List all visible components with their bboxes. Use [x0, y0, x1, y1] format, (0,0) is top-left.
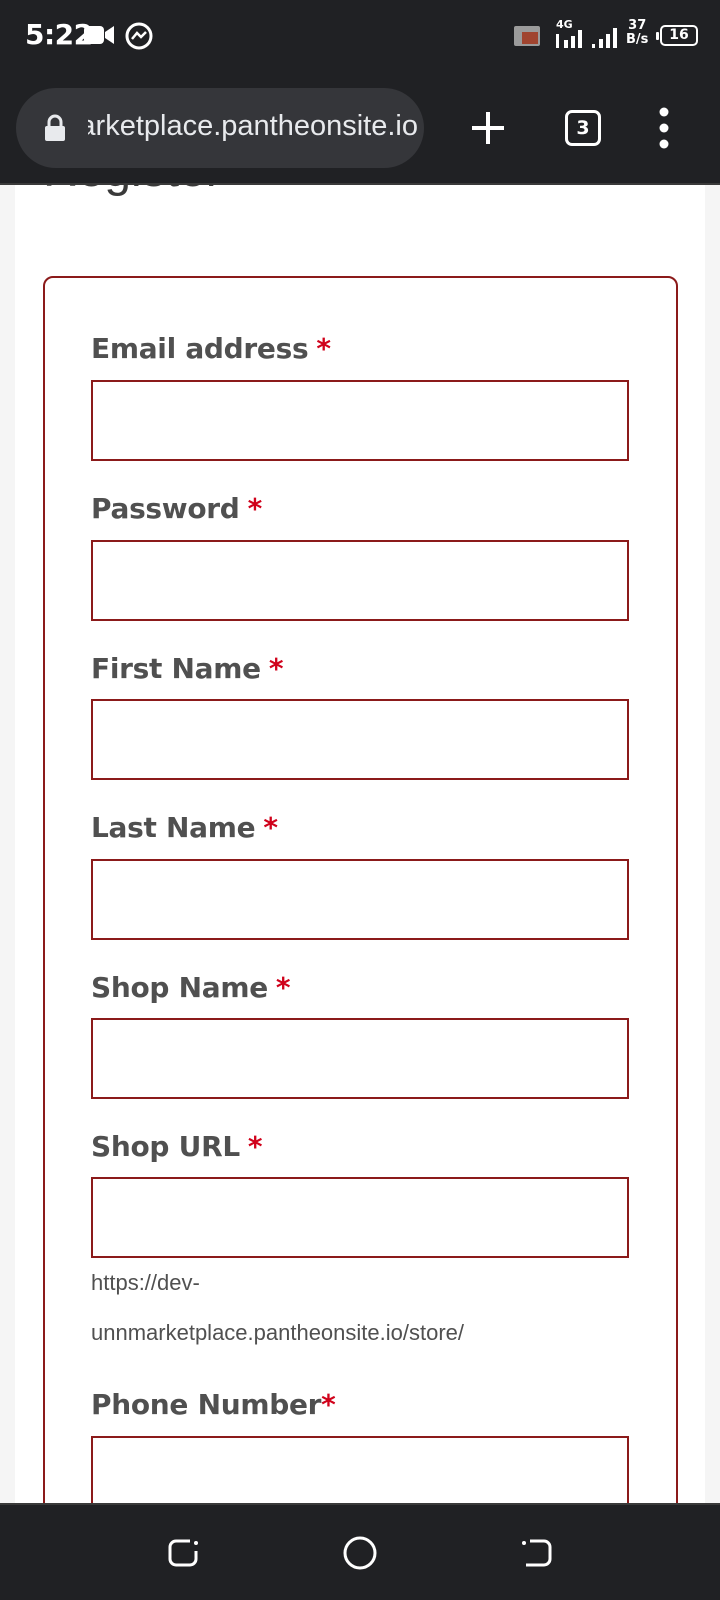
- recent-apps-icon[interactable]: [164, 1533, 204, 1573]
- shop-url-field[interactable]: [91, 1177, 629, 1258]
- network-speed: 37 B/s: [626, 19, 648, 47]
- signal-icon: [556, 30, 582, 48]
- address-bar[interactable]: dev-unnmarketplace.pantheonsite.io: [16, 88, 424, 168]
- system-nav-bar: [0, 1503, 720, 1600]
- back-icon[interactable]: [516, 1533, 556, 1573]
- page-title: Register: [43, 185, 222, 198]
- shop-name-field[interactable]: [91, 1018, 629, 1099]
- lock-icon: [45, 114, 65, 141]
- password-label: Password *: [91, 492, 262, 525]
- last-name-label: Last Name *: [91, 811, 278, 844]
- first-name-label: First Name *: [91, 652, 284, 685]
- battery-icon: 16: [656, 25, 698, 46]
- page-content: Register Email address* Password* First …: [15, 185, 705, 1503]
- first-name-field[interactable]: [91, 699, 629, 780]
- url-text[interactable]: dev-unnmarketplace.pantheonsite.io: [88, 110, 418, 143]
- shop-name-label: Shop Name *: [91, 971, 291, 1004]
- plus-icon[interactable]: [468, 108, 508, 148]
- speed-value: 37: [628, 18, 647, 33]
- register-form: Email address * Password * First Name * Las…: [43, 276, 678, 1503]
- video-camera-icon: [84, 26, 114, 44]
- phone-number-field[interactable]: [91, 1436, 629, 1503]
- browser-toolbar: dev-unnmarketplace.pantheonsite.io 3: [0, 76, 720, 185]
- more-vert-icon[interactable]: [654, 106, 674, 150]
- required-marker: *: [247, 492, 263, 525]
- required-marker: *: [275, 971, 291, 1004]
- required-marker: *: [263, 811, 278, 844]
- password-field[interactable]: [91, 540, 629, 621]
- status-time: 5:22: [25, 18, 93, 51]
- home-icon[interactable]: [340, 1533, 380, 1573]
- shop-url-label: Shop URL *: [91, 1130, 263, 1163]
- tab-switcher-button[interactable]: 3: [565, 110, 601, 146]
- shop-url-hint-line1: https://dev-: [91, 1270, 200, 1295]
- required-marker: *: [268, 652, 284, 685]
- signal-icon: [592, 28, 617, 48]
- email-field[interactable]: [91, 380, 629, 461]
- cast-icon: [514, 26, 540, 46]
- required-marker: *: [247, 1130, 263, 1163]
- messenger-icon: [125, 22, 153, 50]
- required-marker: *: [316, 332, 331, 365]
- speed-unit: B/s: [626, 32, 649, 47]
- phone-number-label: Phone Number*: [91, 1388, 336, 1421]
- shop-url-hint-line2: unnmarketplace.pantheonsite.io/store/: [91, 1320, 465, 1345]
- email-label: Email address *: [91, 332, 331, 365]
- web-page: Register Email address* Password* First …: [0, 185, 720, 1503]
- last-name-field[interactable]: [91, 859, 629, 940]
- required-marker: *: [321, 1388, 336, 1421]
- status-bar: 5:22 4G 37 B/s 16: [0, 0, 720, 76]
